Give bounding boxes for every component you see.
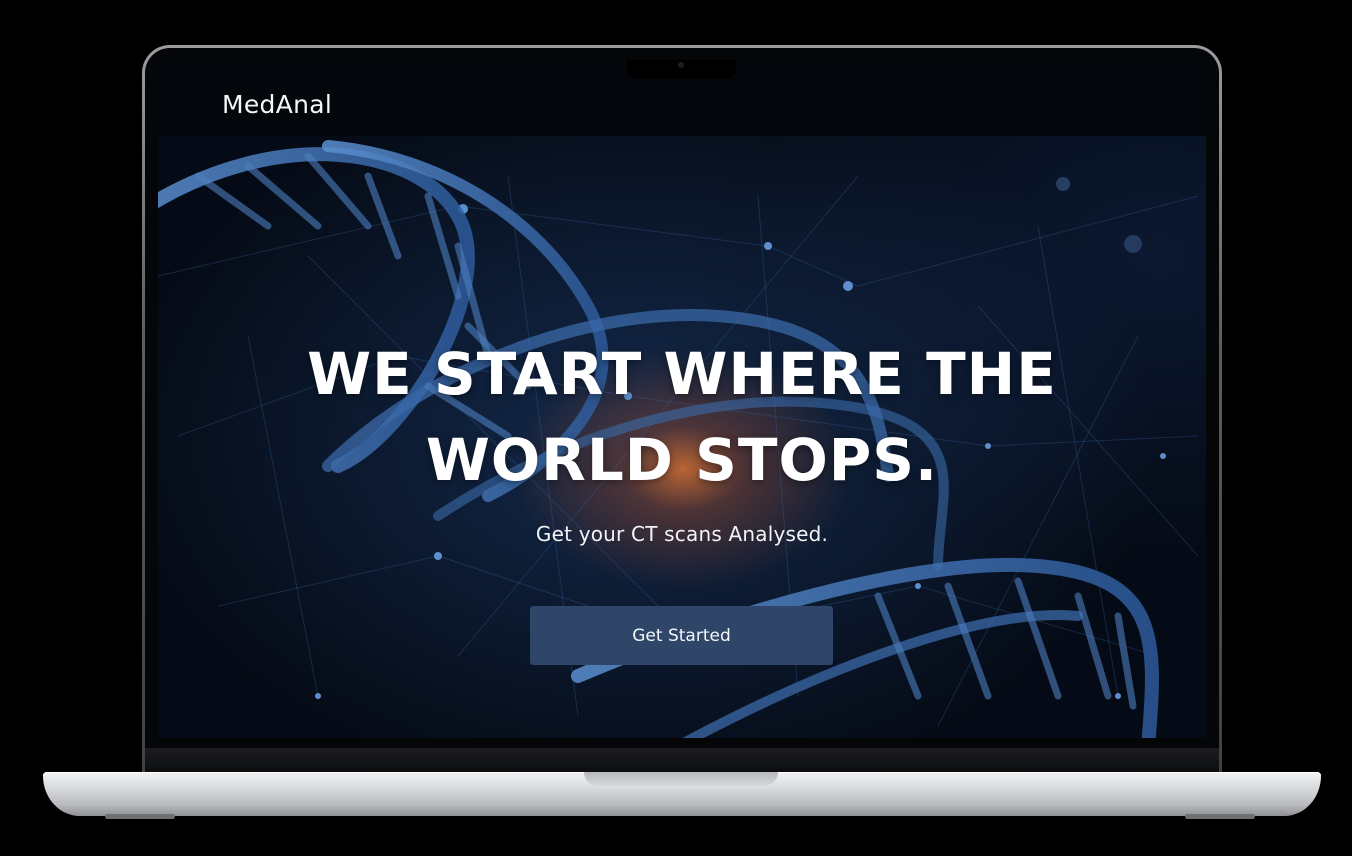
- laptop-foot-right: [1185, 814, 1255, 819]
- hero-headline-line2: WORLD STOPS.: [425, 426, 939, 494]
- laptop-hinge: [145, 748, 1219, 774]
- hero-section: WE START WHERE THE WORLD STOPS. Get your…: [158, 136, 1206, 738]
- site-logo[interactable]: MedAnal: [222, 90, 332, 119]
- laptop-opening-notch: [584, 772, 778, 786]
- get-started-button[interactable]: Get Started: [530, 606, 833, 665]
- laptop-screen: MedAnal WE START WHERE THE WORLD STOPS. …: [158, 60, 1206, 738]
- hero-headline-line1: WE START WHERE THE: [307, 340, 1057, 408]
- hero-headline: WE START WHERE THE WORLD STOPS.: [158, 331, 1206, 503]
- laptop-foot-left: [105, 814, 175, 819]
- hero-subheadline: Get your CT scans Analysed.: [535, 522, 829, 546]
- camera-icon: [678, 62, 684, 68]
